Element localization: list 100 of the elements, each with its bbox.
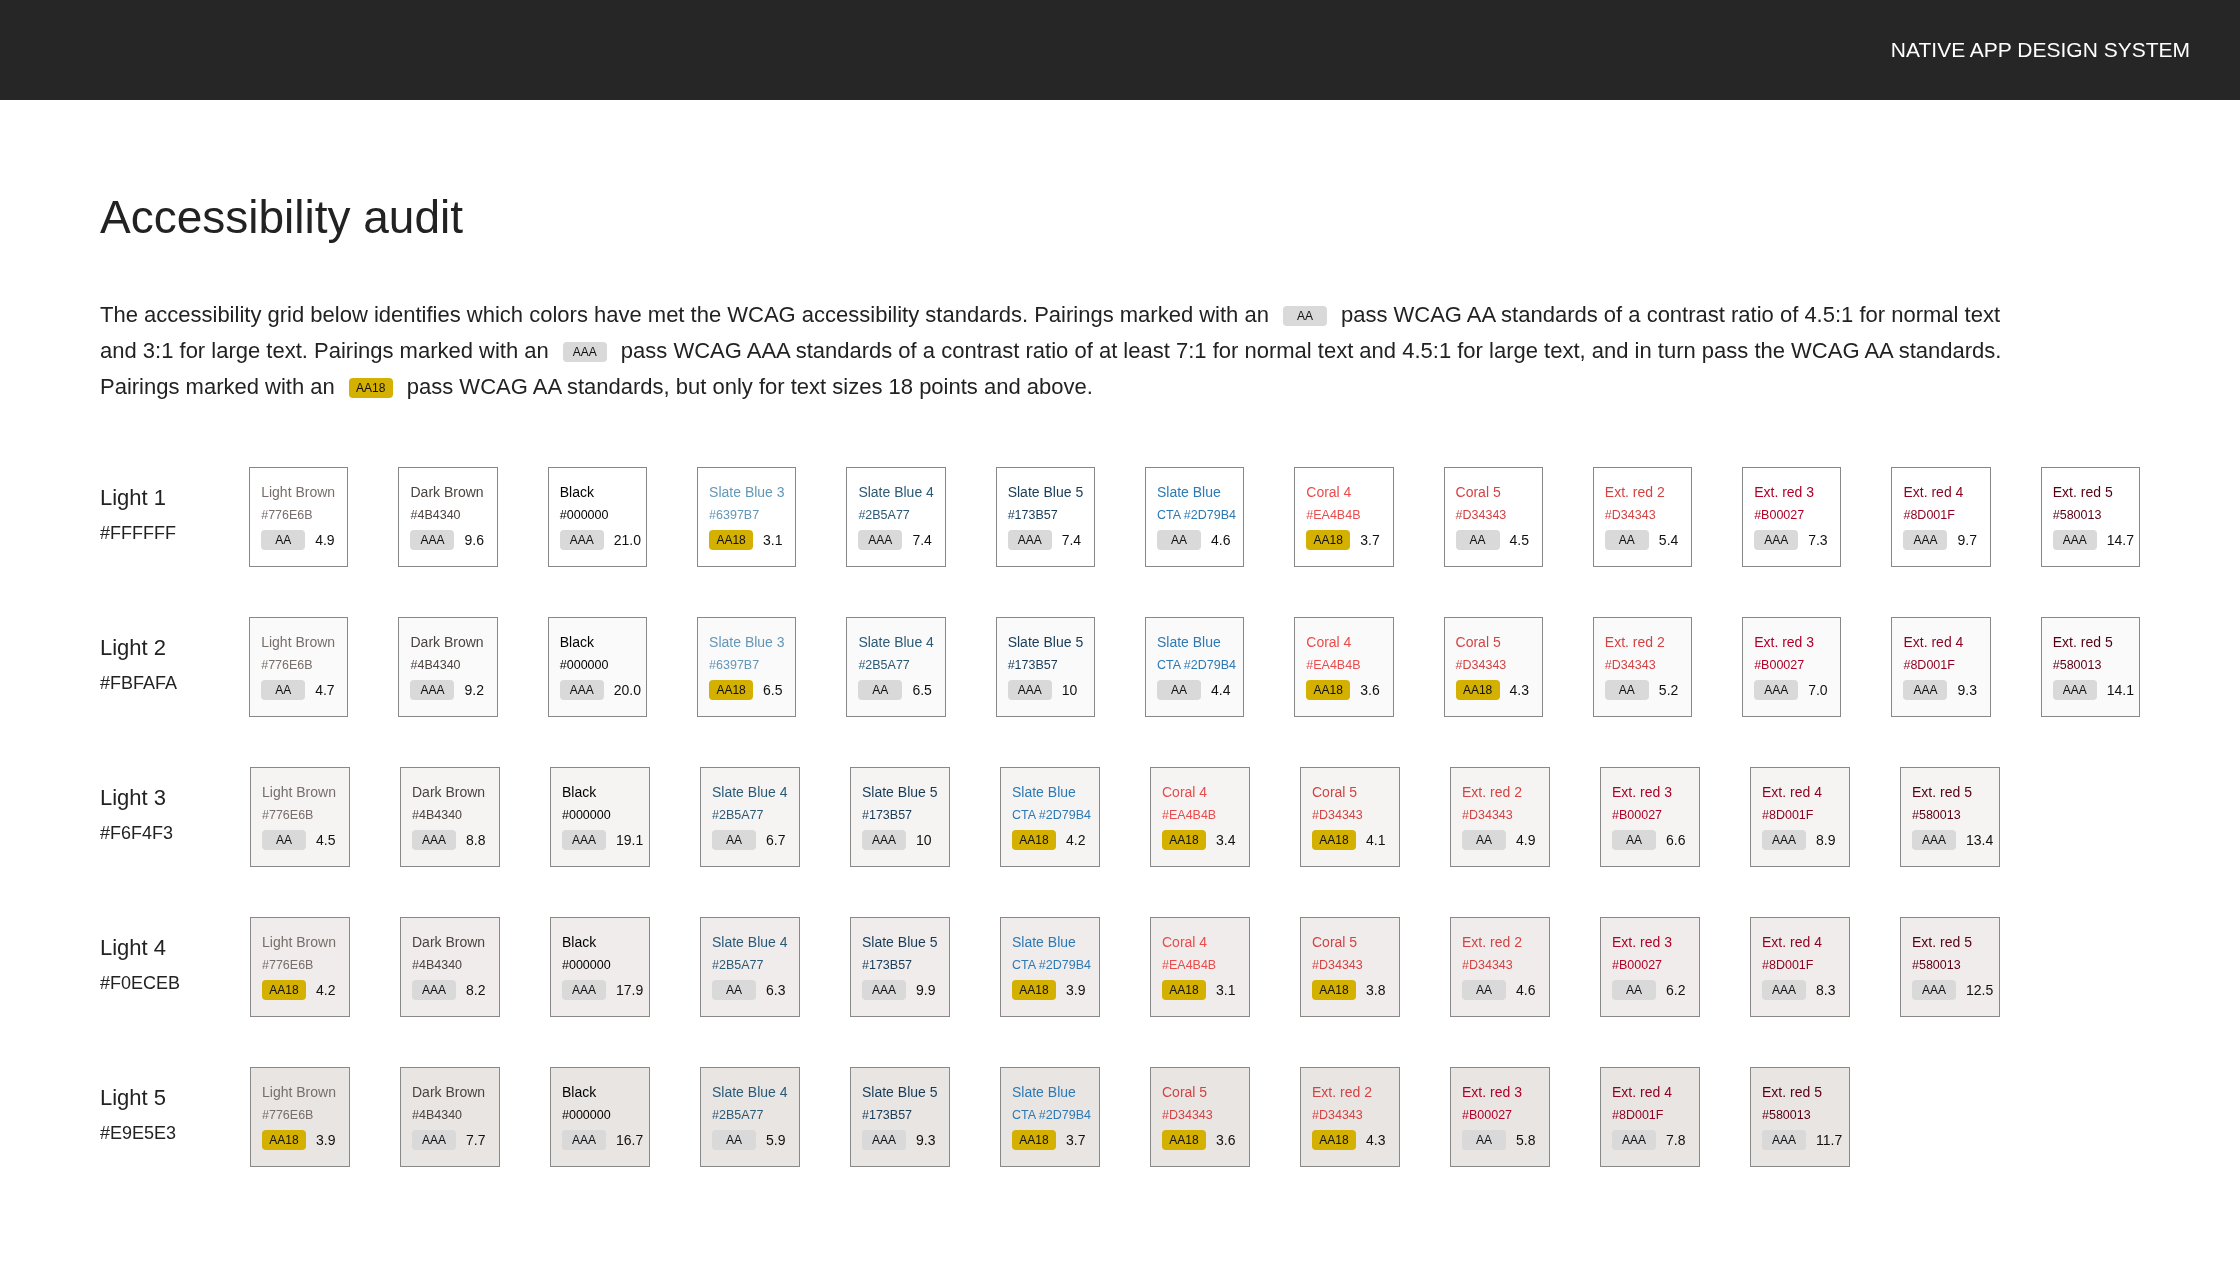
swatch-hex: #D34343	[1312, 1108, 1364, 1123]
swatch-hex: #580013	[1762, 1108, 1812, 1123]
grade-badge: AAA	[412, 1130, 456, 1151]
contrast-ratio: 4.9	[1516, 832, 1536, 849]
swatch-name: Coral 4	[1306, 484, 1353, 501]
grade-badge: AAA	[1903, 680, 1948, 701]
swatch-hex: #000000	[562, 958, 612, 973]
grade-badge: AAA	[1754, 530, 1799, 551]
grade-badge: AA18	[1312, 980, 1356, 1001]
swatch-hex: #B00027	[1612, 808, 1664, 823]
contrast-ratio: 9.3	[916, 1132, 936, 1149]
contrast-ratio: 5.8	[1516, 1132, 1536, 1149]
contrast-ratio: 9.2	[464, 682, 484, 699]
swatch-hex: #2B5A77	[712, 958, 765, 973]
contrast-ratio: 3.4	[1216, 832, 1236, 849]
swatch-name: Ext. red 5	[1912, 934, 1973, 951]
grade-badge: AA18	[1306, 530, 1351, 551]
grade-badge: AAA	[2052, 530, 2097, 551]
swatch-hex: #B00027	[1754, 508, 1806, 523]
grade-badge: AA	[1462, 1130, 1506, 1151]
swatch-name: Slate Blue 5	[1007, 484, 1085, 501]
swatch-name: Slate Blue 4	[858, 634, 935, 651]
swatch-hex: #173B57	[1007, 508, 1059, 523]
contrast-ratio: 7.0	[1808, 682, 1828, 699]
grade-badge: AAA	[562, 1130, 606, 1151]
contrast-ratio: 10	[1061, 682, 1078, 699]
contrast-ratio: 17.9	[616, 982, 644, 999]
row-hex: #F0ECEB	[100, 973, 182, 995]
grade-badge: AA18	[1012, 830, 1056, 851]
intro-text: The accessibility grid below identifies which colors have met the WCAG accessibility standards. Pairings marked with an	[100, 302, 1269, 328]
contrast-ratio: 3.9	[316, 1132, 336, 1149]
swatch-name: Ext. red 3	[1754, 484, 1816, 501]
contrast-ratio: 10	[916, 832, 932, 849]
swatch-name: Ext. red 5	[2052, 634, 2114, 651]
swatch-name: Light Brown	[262, 1084, 337, 1101]
grade-badge: AA18	[262, 1130, 306, 1151]
contrast-ratio: 4.5	[316, 832, 336, 849]
swatch-name: Black	[562, 934, 598, 951]
swatch-name: Dark Brown	[412, 1084, 487, 1101]
swatch-hex: #776E6B	[261, 658, 314, 673]
row-hex: #FBFAFA	[100, 673, 179, 695]
grade-badge: AA18	[262, 980, 306, 1001]
grade-badge: AA	[1604, 530, 1649, 551]
grade-badge: AA18	[709, 530, 754, 551]
swatch-name: Slate Blue 5	[862, 784, 939, 801]
grade-badge: AAA	[412, 830, 456, 851]
contrast-ratio: 6.6	[1666, 832, 1686, 849]
swatch-hex: CTA #2D79B4	[1012, 1108, 1092, 1123]
grade-badge: AA	[262, 830, 306, 851]
swatch-name: Coral 4	[1162, 934, 1209, 951]
intro-text: pass WCAG AA standards of a contrast ratio of 4.5:1 for normal text	[1340, 302, 2001, 328]
contrast-ratio: 19.1	[616, 832, 644, 849]
contrast-ratio: 8.8	[466, 832, 486, 849]
contrast-ratio: 4.7	[315, 682, 335, 699]
swatch-name: Ext. red 3	[1612, 934, 1673, 951]
contrast-ratio: 3.8	[1366, 982, 1386, 999]
swatch-hex: #776E6B	[262, 808, 315, 823]
swatch-hex: #B00027	[1754, 658, 1806, 673]
swatch-name: Slate Blue 4	[858, 484, 935, 501]
swatch-name: Ext. red 5	[2052, 484, 2114, 501]
swatch-name: Ext. red 3	[1462, 1084, 1523, 1101]
row-hex: #E9E5E3	[100, 1123, 178, 1145]
grade-badge: AAA	[1007, 680, 1052, 701]
grade-badge: AA	[1156, 530, 1201, 551]
swatch-hex: #D34343	[1462, 958, 1514, 973]
swatch-hex: #000000	[559, 658, 610, 673]
grade-badge: AAA	[562, 830, 606, 851]
swatch-name: Black	[562, 1084, 598, 1101]
swatch-hex: #580013	[1912, 958, 1962, 973]
contrast-ratio: 5.4	[1658, 532, 1679, 549]
grade-badge: AA18	[1162, 980, 1206, 1001]
grade-badge: AAA	[862, 830, 906, 851]
swatch-hex: CTA #2D79B4	[1012, 808, 1092, 823]
grade-badge: AAA	[858, 530, 903, 551]
swatch-hex: #2B5A77	[858, 508, 911, 523]
swatch-name: Coral 5	[1312, 784, 1359, 801]
swatch-name: Ext. red 2	[1462, 934, 1523, 951]
grade-badge: AA	[712, 1130, 756, 1151]
swatch-hex: #4B4340	[412, 958, 464, 973]
swatch-name: Slate Blue 4	[712, 934, 789, 951]
contrast-ratio: 3.7	[1360, 532, 1380, 549]
intro-text: and 3:1 for large text. Pairings marked with an	[100, 338, 549, 364]
swatch-hex: #B00027	[1462, 1108, 1514, 1123]
swatch-hex: #173B57	[1007, 658, 1059, 673]
contrast-ratio: 3.7	[1066, 1132, 1086, 1149]
contrast-ratio: 21.0	[613, 532, 642, 549]
contrast-ratio: 9.9	[916, 982, 936, 999]
grade-badge: AA18	[1312, 830, 1356, 851]
swatch-hex: CTA #2D79B4	[1156, 658, 1237, 673]
grade-badge: AA18	[709, 680, 754, 701]
swatch-name: Dark Brown	[412, 934, 487, 951]
contrast-ratio: 16.7	[616, 1132, 644, 1149]
swatch-name: Slate Blue	[1012, 1084, 1077, 1101]
swatch-hex: CTA #2D79B4	[1012, 958, 1092, 973]
swatch-name: Light Brown	[261, 634, 337, 651]
swatch-name: Ext. red 4	[1762, 934, 1823, 951]
swatch-name: Ext. red 3	[1612, 784, 1673, 801]
grade-badge: AAA	[1912, 980, 1956, 1001]
contrast-ratio: 4.1	[1366, 832, 1386, 849]
grade-badge: AAA	[1903, 530, 1948, 551]
